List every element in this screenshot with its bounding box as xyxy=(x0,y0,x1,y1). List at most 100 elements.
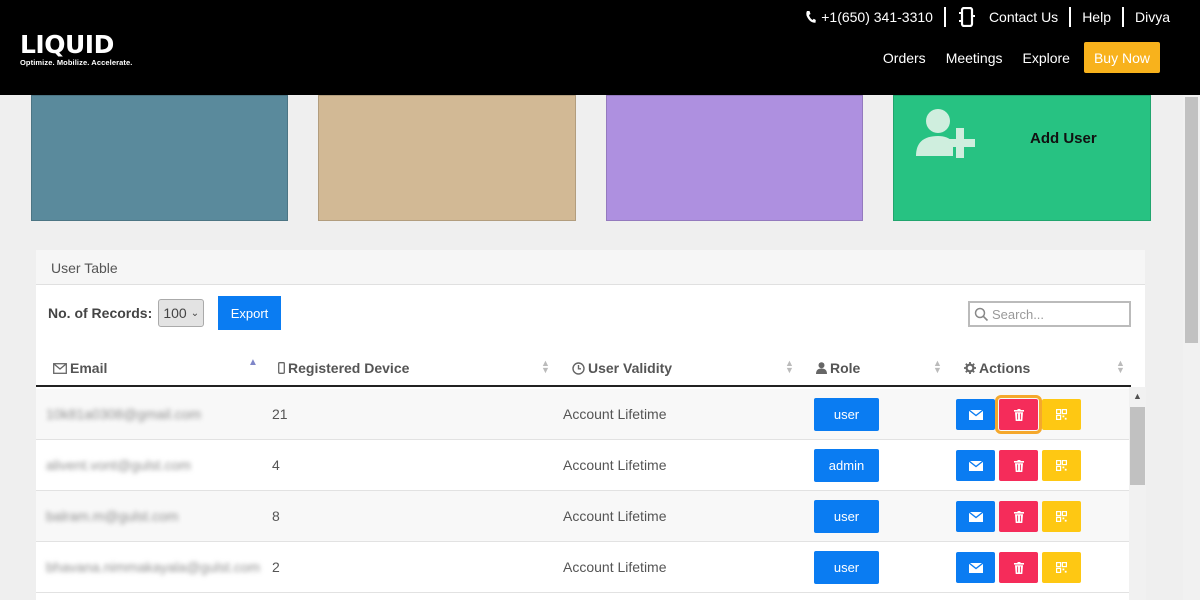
contact-us-link[interactable]: Contact Us xyxy=(946,6,1069,28)
trash-icon xyxy=(1013,561,1024,574)
send-email-button[interactable] xyxy=(956,552,995,583)
qr-code-button[interactable] xyxy=(1042,552,1081,583)
validity-cell: Account Lifetime xyxy=(563,406,667,422)
send-email-button[interactable] xyxy=(956,501,995,532)
records-value: 100 xyxy=(163,305,187,321)
records-label: No. of Records: xyxy=(48,305,153,321)
phone-link[interactable]: +1(650) 341-3310 xyxy=(794,6,944,28)
table-row: alivent.vont@gulst.com 4 Account Lifetim… xyxy=(36,440,1131,491)
nav-meetings[interactable]: Meetings xyxy=(946,50,1003,66)
delete-user-button[interactable] xyxy=(999,501,1038,532)
user-table-panel: User Table No. of Records: 100 ⌄ Export … xyxy=(36,250,1145,600)
dashboard-card-1[interactable] xyxy=(31,95,288,221)
scroll-up-icon[interactable]: ▲ xyxy=(1133,391,1142,401)
qr-code-icon xyxy=(1056,460,1067,471)
column-header-email[interactable]: Email xyxy=(53,360,107,376)
logo-tagline: Optimize. Mobilize. Accelerate. xyxy=(20,58,133,67)
search-input[interactable]: Search... xyxy=(968,301,1131,327)
nav-orders[interactable]: Orders xyxy=(883,50,926,66)
device-count-cell: 21 xyxy=(272,406,288,422)
help-link[interactable]: Help xyxy=(1071,6,1122,28)
delete-user-button[interactable] xyxy=(999,552,1038,583)
search-placeholder: Search... xyxy=(992,306,1045,322)
column-label: User Validity xyxy=(588,360,673,376)
page-scroll-thumb[interactable] xyxy=(1185,97,1198,343)
search-icon xyxy=(974,307,989,321)
table-row: balram.m@gulst.com 8 Account Lifetime us… xyxy=(36,491,1131,542)
table-scroll-thumb[interactable] xyxy=(1130,407,1145,485)
trash-icon xyxy=(1013,459,1024,472)
records-select[interactable]: 100 ⌄ xyxy=(158,299,205,327)
table-row: 10k81a0308@gmail.com 21 Account Lifetime… xyxy=(36,389,1131,440)
phone-number: +1(650) 341-3310 xyxy=(821,9,933,25)
nav-explore[interactable]: Explore xyxy=(1023,50,1070,66)
envelope-icon xyxy=(53,362,67,374)
sort-both-icon[interactable]: ▲ ▼ xyxy=(933,359,942,375)
device-count-cell: 2 xyxy=(272,559,280,575)
role-button[interactable]: user xyxy=(814,500,879,533)
panel-title: User Table xyxy=(36,250,1145,285)
user-icon xyxy=(816,362,827,374)
column-label: Registered Device xyxy=(288,360,410,376)
dashboard-card-3[interactable] xyxy=(606,95,863,221)
column-header-validity[interactable]: User Validity xyxy=(572,360,672,376)
send-email-button[interactable] xyxy=(956,450,995,481)
column-label: Email xyxy=(70,360,108,376)
table-header: Email ▲ Registered Device ▲ ▼ User Validi… xyxy=(36,350,1131,387)
add-user-card[interactable]: Add User xyxy=(893,95,1151,221)
qr-code-button[interactable] xyxy=(1042,501,1081,532)
top-header: LIQUID Optimize. Mobilize. Accelerate. +… xyxy=(0,0,1200,95)
dashboard-card-2[interactable] xyxy=(318,95,576,221)
utility-bar: +1(650) 341-3310 Contact Us Help Divya xyxy=(794,6,1170,28)
clock-icon xyxy=(572,361,585,375)
page-scrollbar[interactable] xyxy=(1183,95,1200,600)
qr-code-icon xyxy=(1056,511,1067,522)
envelope-icon xyxy=(968,511,983,522)
liquid-logo[interactable]: LIQUID Optimize. Mobilize. Accelerate. xyxy=(20,30,132,67)
sort-both-icon[interactable]: ▲ ▼ xyxy=(785,359,794,375)
export-button[interactable]: Export xyxy=(218,296,281,330)
table-row: bhavana.nimmakayala@gulst.com 2 Account … xyxy=(36,542,1131,593)
role-button[interactable]: admin xyxy=(814,449,879,482)
trash-icon xyxy=(1013,510,1024,523)
mobile-icon xyxy=(278,362,285,374)
envelope-icon xyxy=(968,460,983,471)
main-nav: Orders Meetings Explore Buy Now xyxy=(863,42,1160,73)
qr-code-button[interactable] xyxy=(1042,450,1081,481)
email-cell: bhavana.nimmakayala@gulst.com xyxy=(46,559,261,575)
validity-cell: Account Lifetime xyxy=(563,457,667,473)
validity-cell: Account Lifetime xyxy=(563,559,667,575)
column-header-device[interactable]: Registered Device xyxy=(278,360,409,376)
email-cell: alivent.vont@gulst.com xyxy=(46,457,191,473)
logo-text: LIQUID xyxy=(20,30,114,59)
column-header-role[interactable]: Role xyxy=(816,360,860,376)
sort-ascending-icon[interactable]: ▲ xyxy=(248,358,258,368)
role-button[interactable]: user xyxy=(814,551,879,584)
delete-user-button[interactable] xyxy=(995,395,1042,434)
contact-us-label: Contact Us xyxy=(988,9,1059,25)
trash-icon xyxy=(1013,408,1024,421)
email-cell: 10k81a0308@gmail.com xyxy=(46,406,202,422)
gear-icon xyxy=(964,362,976,374)
sort-both-icon[interactable]: ▲ ▼ xyxy=(1116,359,1125,375)
validity-cell: Account Lifetime xyxy=(563,508,667,524)
column-label: Actions xyxy=(979,360,1031,376)
send-email-button[interactable] xyxy=(956,399,995,430)
chevron-down-icon: ⌄ xyxy=(190,307,200,319)
add-user-icon xyxy=(916,109,975,158)
qr-code-button[interactable] xyxy=(1042,399,1081,430)
phone-icon xyxy=(806,11,817,23)
records-control: No. of Records: 100 ⌄ xyxy=(48,299,205,327)
buy-now-button[interactable]: Buy Now xyxy=(1083,42,1160,73)
user-menu[interactable]: Divya xyxy=(1124,6,1170,28)
column-header-actions[interactable]: Actions xyxy=(964,360,1030,376)
add-user-label: Add User xyxy=(1030,130,1097,147)
table-scrollbar[interactable]: ▲ xyxy=(1129,387,1146,600)
delete-user-button[interactable] xyxy=(999,450,1038,481)
qr-code-icon xyxy=(1056,562,1067,573)
email-cell: balram.m@gulst.com xyxy=(46,508,179,524)
role-button[interactable]: user xyxy=(814,398,879,431)
column-label: Role xyxy=(830,360,861,376)
sort-both-icon[interactable]: ▲ ▼ xyxy=(541,359,550,375)
mobile-contact-icon xyxy=(958,7,975,27)
